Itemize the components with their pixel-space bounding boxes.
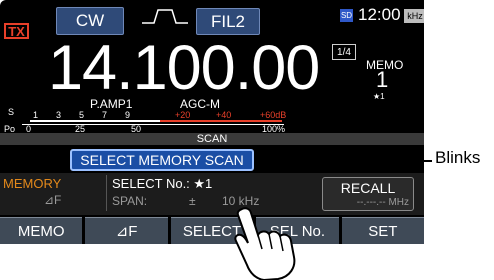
set-key[interactable]: SET bbox=[341, 217, 424, 244]
frequency-display: 14.100.00 bbox=[48, 33, 320, 103]
span-label: SPAN: bbox=[112, 194, 148, 208]
radio-screen: CW FIL2 SD 12:00 kHz TX 14.100.00 1/4 ME… bbox=[0, 0, 424, 244]
memo-key[interactable]: MEMO bbox=[0, 217, 83, 244]
s-tick-9: 9 bbox=[125, 110, 131, 120]
s-label: S bbox=[8, 107, 15, 117]
select-memory-scan-button[interactable]: SELECT MEMORY SCAN bbox=[70, 149, 254, 171]
clock: 12:00 bbox=[358, 5, 401, 24]
recall-value: --.---.-- MHz bbox=[356, 197, 409, 208]
s-tick-5: 5 bbox=[79, 110, 85, 120]
agc-label: AGC-M bbox=[180, 97, 220, 111]
filter-button[interactable]: FIL2 bbox=[196, 8, 260, 35]
panel-divider bbox=[106, 175, 107, 211]
s-tick-20: +20 bbox=[175, 110, 191, 120]
scan-band: SCAN bbox=[0, 133, 424, 145]
preamp-label: P.AMP1 bbox=[90, 97, 133, 111]
mode-button[interactable]: CW bbox=[56, 7, 124, 35]
delta-f-key[interactable]: ⊿F bbox=[85, 217, 168, 244]
po-meter-scale bbox=[22, 124, 284, 125]
memo-number: 1 bbox=[376, 67, 389, 92]
memory-mode-label[interactable]: MEMORY bbox=[3, 176, 61, 191]
tuning-step-badge: 1/4 bbox=[332, 44, 356, 60]
span-plusminus: ± bbox=[189, 194, 196, 208]
recall-button[interactable]: RECALL --.---.-- MHz bbox=[322, 177, 414, 211]
delta-f-label[interactable]: ⊿F bbox=[44, 193, 61, 207]
tx-indicator: TX bbox=[4, 23, 29, 39]
pointing-hand-icon bbox=[234, 207, 296, 280]
khz-badge: kHz bbox=[404, 9, 424, 23]
s-tick-1: 1 bbox=[33, 110, 39, 120]
filter-label: FIL2 bbox=[210, 11, 246, 31]
annotation-leader-line bbox=[254, 160, 432, 162]
s-tick-60: +60dB bbox=[260, 110, 287, 120]
recall-label: RECALL bbox=[340, 180, 396, 196]
s-tick-7: 7 bbox=[102, 110, 108, 120]
memo-star: ★1 bbox=[373, 92, 385, 101]
select-number-label: SELECT No.: ★1 bbox=[112, 176, 213, 191]
s-meter-scale-white bbox=[30, 120, 160, 122]
s-meter-scale-red bbox=[160, 120, 282, 122]
s-tick-3: 3 bbox=[56, 110, 62, 120]
s-tick-40: +40 bbox=[216, 110, 232, 120]
function-key-bar: MEMO ⊿F SELECT SEL No. SET bbox=[0, 217, 424, 244]
filter-shape-icon bbox=[142, 9, 188, 24]
mode-label: CW bbox=[75, 11, 105, 30]
sd-card-icon: SD bbox=[340, 9, 353, 22]
blinks-annotation: Blinks bbox=[435, 148, 481, 167]
